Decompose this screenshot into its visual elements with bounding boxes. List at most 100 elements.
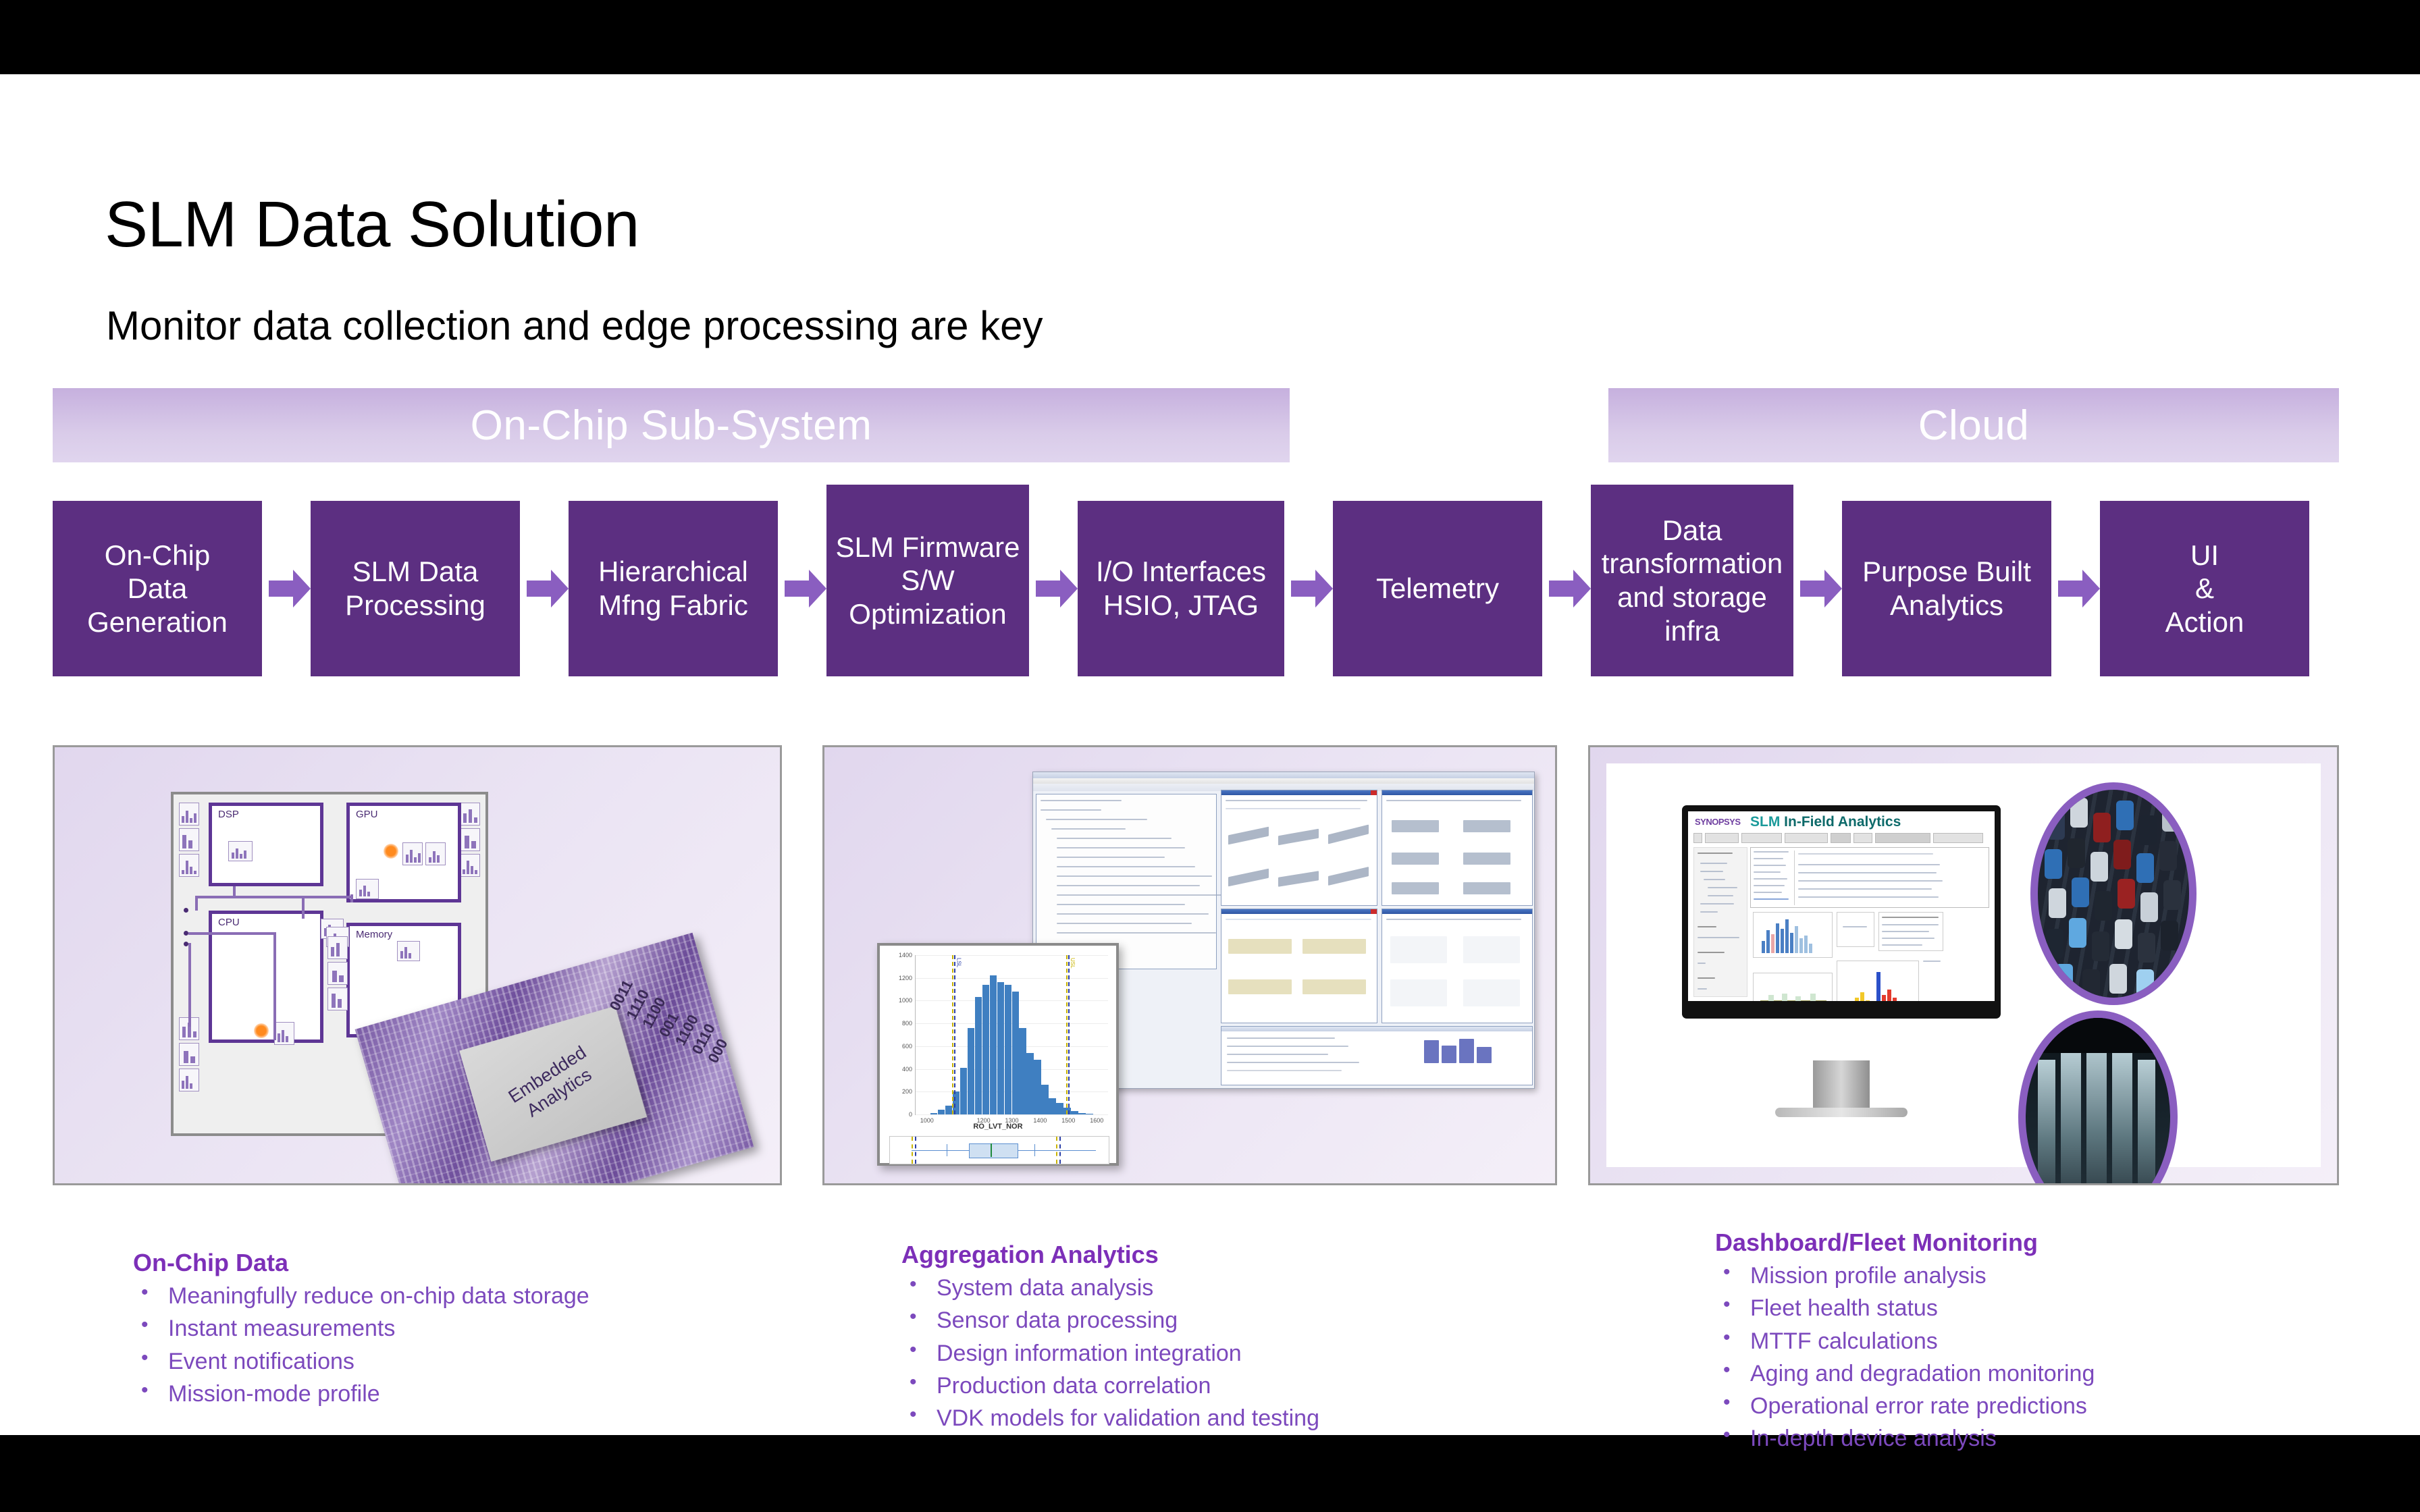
formula-box	[1837, 912, 1874, 947]
monitor-icon	[397, 941, 420, 961]
tab-home[interactable]	[1693, 833, 1702, 843]
y-axis-tick: 1000	[898, 997, 912, 1004]
tab-drilldown[interactable]	[1933, 833, 1983, 843]
chip-block-label: GPU	[356, 809, 378, 820]
window-titlebar	[1221, 790, 1377, 795]
group-banner-label: Cloud	[1918, 402, 2030, 449]
flow-arrow-4	[1036, 570, 1078, 608]
bullet-heading: On-Chip Data	[133, 1249, 288, 1276]
bullet-column-aggregation-analytics: Aggregation Analytics System data analys…	[901, 1241, 1610, 1434]
tab-doc[interactable]	[1705, 833, 1739, 843]
sensor-icon	[460, 854, 480, 877]
window-menubar	[1033, 778, 1534, 784]
chip-block-dsp: DSP	[209, 803, 323, 886]
y-axis-tick: 1400	[898, 952, 912, 959]
tab-parametric[interactable]	[1875, 833, 1930, 843]
stacked-histogram-small	[1837, 961, 1919, 1001]
bullet-heading: Dashboard/Fleet Monitoring	[1715, 1228, 2038, 1256]
flow-box-hierarchical-mfng-fabric[interactable]: Hierarchical Mfng Fabric	[569, 501, 778, 676]
interconnect-wire	[350, 894, 353, 902]
result-window-2	[1382, 790, 1533, 906]
tab-aging[interactable]	[1785, 833, 1828, 843]
chip-block-cpu: CPU	[209, 911, 323, 1045]
bubble-image-data-center	[2018, 1010, 2178, 1183]
monitor-stand	[1813, 1060, 1870, 1109]
list-item: Operational error rate predictions	[1715, 1388, 2420, 1422]
sensor-icon	[327, 962, 348, 985]
flow-box-data-transformation-and-storage-infra[interactable]: Data transformation and storage infra	[1591, 485, 1793, 676]
spec-limit-line	[1066, 955, 1068, 1114]
flow-box-label: I/O Interfaces HSIO, JTAG	[1095, 556, 1267, 621]
tab-soc2[interactable]	[1853, 833, 1872, 843]
slide-subtitle: Monitor data collection and edge process…	[106, 303, 1043, 348]
slide-title: SLM Data Solution	[105, 188, 639, 261]
histogram-bar	[1078, 1113, 1086, 1114]
window-titlebar	[1221, 1027, 1532, 1031]
histogram-x-axis-label: RO_LVT_NOR	[973, 1123, 1023, 1131]
letterbox-top	[0, 0, 2420, 74]
interconnect-wire	[195, 896, 198, 911]
flow-box-label: SLM Data Processing	[345, 556, 485, 621]
dashboard-main-area	[1750, 847, 1989, 1001]
dashboard-tab-bar[interactable]	[1693, 833, 1989, 843]
histogram-bar	[989, 975, 997, 1114]
flow-box-slm-firmware-sw-optimization[interactable]: SLM Firmware S/W Optimization	[826, 485, 1029, 676]
flow-box-slm-data-processing[interactable]: SLM Data Processing	[311, 501, 520, 676]
group-banner-cloud: Cloud	[1608, 388, 2339, 462]
gridline	[916, 955, 1108, 956]
flow-arrow-7	[1800, 570, 1842, 608]
chip-block-label: CPU	[218, 917, 240, 928]
bullet-list: Meaningfully reduce on-chip data storage…	[133, 1278, 842, 1410]
monitor-icon	[228, 841, 253, 861]
histogram-chart-small	[1753, 912, 1833, 958]
interconnect-wire	[188, 932, 276, 935]
dashboard-sidebar[interactable]	[1693, 847, 1747, 997]
histogram-bar	[937, 1110, 945, 1114]
sensor-icon	[460, 828, 480, 851]
flow-box-purpose-built-analytics[interactable]: Purpose Built Analytics	[1842, 501, 2051, 676]
histogram-bar	[967, 1027, 975, 1114]
flow-box-on-chip-data-generation[interactable]: On-Chip Data Generation	[53, 501, 262, 676]
histogram-window: 0 200 400 600 800 1000 1200 1400 1000 1200 1300 140…	[877, 943, 1119, 1166]
interconnect-wire	[302, 896, 305, 919]
die-core-label: Embedded Analytics	[504, 1042, 596, 1122]
list-item: Instant measurements	[133, 1311, 842, 1345]
list-item: Fleet health status	[1715, 1291, 2420, 1324]
flow-box-label: Data transformation and storage infra	[1601, 514, 1783, 647]
monitor-icon	[274, 1022, 294, 1045]
monitor-icon	[356, 879, 379, 899]
dashboard-title-rest: In-Field Analytics	[1780, 814, 1901, 830]
result-window-1	[1221, 790, 1377, 906]
flow-box-ui-and-action[interactable]: UI & Action	[2100, 501, 2309, 676]
list-item: Production data correlation	[901, 1368, 1610, 1402]
flow-box-telemetry[interactable]: Telemetry	[1333, 501, 1542, 676]
result-window-3	[1221, 909, 1377, 1023]
tab-soc[interactable]	[1831, 833, 1851, 843]
group-banner-on-chip-sub-system: On-Chip Sub-System	[53, 388, 1290, 462]
histogram-bar	[1026, 1052, 1034, 1114]
histogram-bar	[930, 1113, 938, 1114]
photo-frame: SYNOPSYS SLM In-Field Analytics	[1606, 763, 2321, 1183]
histogram-bar	[997, 981, 1005, 1114]
spec-limit-line	[1068, 955, 1070, 1114]
list-item: Mission profile analysis	[1715, 1258, 2420, 1292]
list-item: Aging and degradation monitoring	[1715, 1356, 2420, 1390]
list-item: Mission-mode profile	[133, 1376, 842, 1410]
sensor-icon	[179, 1043, 199, 1066]
monitor-icon	[402, 842, 423, 865]
window-titlebar	[1033, 772, 1534, 778]
list-item: In-depth device analysis	[1715, 1421, 2420, 1455]
tab-dashboard[interactable]	[1741, 833, 1782, 843]
bullet-list: System data analysis Sensor data process…	[901, 1270, 1610, 1434]
histogram-plot: 0 200 400 600 800 1000 1200 1400 1000 1200 1300 140…	[899, 952, 1108, 1124]
result-window-5	[1221, 1026, 1533, 1085]
flow-arrow-3	[785, 570, 826, 608]
list-item: MTTF calculations	[1715, 1324, 2420, 1357]
bullet-list: Mission profile analysis Fleet health st…	[1715, 1258, 2420, 1455]
histogram-bar	[1049, 1098, 1056, 1114]
histogram-bar	[959, 1067, 968, 1114]
chip-block-label: DSP	[218, 809, 239, 820]
flow-box-io-interfaces-hsio-jtag[interactable]: I/O Interfaces HSIO, JTAG	[1078, 501, 1284, 676]
sensor-icon	[179, 803, 199, 826]
junction-dot	[184, 942, 188, 946]
